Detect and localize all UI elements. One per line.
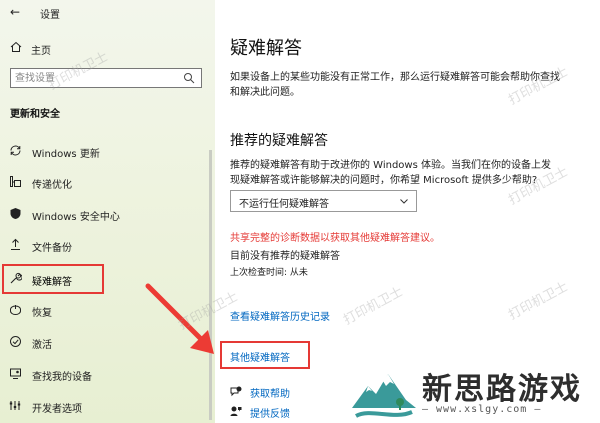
shield-icon: [10, 208, 21, 219]
search-input[interactable]: [15, 71, 175, 85]
help-icon: [230, 386, 242, 397]
sidebar-item-find-my-device[interactable]: 查找我的设备: [0, 361, 210, 387]
recovery-icon: [10, 305, 21, 315]
sidebar-item-recovery[interactable]: 恢复: [0, 297, 210, 323]
brand-name: 新思路游戏: [422, 372, 582, 407]
dropdown-selected-value: 不运行任何疑难解答: [239, 199, 329, 210]
share-diagnostic-link[interactable]: 共享完整的诊断数据以获取其他疑难解答建议。: [230, 229, 440, 244]
sidebar-item-home[interactable]: 主页: [0, 38, 210, 60]
feedback-icon: [230, 406, 242, 416]
find-device-icon: [10, 368, 21, 379]
selection-highlight: [2, 264, 104, 294]
other-troubleshooters-link[interactable]: 其他疑难解答: [230, 349, 290, 364]
recommended-troubleshooting-heading: 推荐的疑难解答: [230, 133, 328, 149]
developer-icon: [9, 401, 21, 410]
activation-icon: [10, 336, 21, 347]
search-box[interactable]: [10, 68, 202, 88]
brand-url: — www.xslgy.com —: [422, 404, 542, 415]
search-icon[interactable]: [183, 72, 195, 84]
view-history-link[interactable]: 查看疑难解答历史记录: [230, 308, 330, 323]
title-bar: ← 设置: [0, 0, 215, 24]
sidebar-item-developer-options[interactable]: 开发者选项: [0, 393, 210, 419]
mountain-logo-icon: [352, 374, 416, 418]
sidebar-item-label: 恢复: [32, 308, 52, 319]
sidebar-item-label: 开发者选项: [32, 404, 82, 415]
get-help-link[interactable]: 获取帮助: [230, 384, 350, 400]
sidebar-item-label: Windows 安全中心: [32, 212, 120, 223]
sidebar-item-activation[interactable]: 激活: [0, 329, 210, 355]
sidebar-item-windows-security[interactable]: Windows 安全中心: [0, 201, 210, 227]
page-title: 疑难解答: [230, 38, 302, 59]
back-arrow-icon[interactable]: ←: [10, 5, 20, 19]
brand-logo: 新思路游戏 — www.xslgy.com —: [350, 360, 600, 423]
last-check-text: 上次检查时间: 从未: [230, 268, 308, 278]
sidebar-item-label: 传递优化: [32, 180, 72, 191]
recommended-description: 推荐的疑难解答有助于改进你的 Windows 体验。当我们在你的设备上发现疑难解…: [230, 160, 551, 186]
chevron-down-icon: [400, 199, 408, 204]
sidebar-item-windows-update[interactable]: Windows 更新: [0, 138, 210, 164]
sidebar-item-file-backup[interactable]: 文件备份: [0, 232, 210, 258]
page-description: 如果设备上的某些功能没有正常工作，那么运行疑难解答可能会帮助你查找和解决此问题。: [230, 72, 560, 98]
sidebar-item-label: 主页: [31, 46, 51, 57]
feedback-link[interactable]: 提供反馈: [230, 404, 350, 420]
home-icon: [10, 41, 22, 52]
sidebar-item-label: 查找我的设备: [32, 372, 92, 383]
settings-sidebar: ← 设置 主页 更新和安全 Windows 更新 传递优化: [0, 0, 215, 423]
sidebar-item-label: Windows 更新: [32, 149, 100, 160]
delivery-optimization-icon: [10, 176, 21, 187]
backup-icon: [11, 238, 20, 250]
feedback-label: 提供反馈: [250, 409, 290, 420]
sidebar-item-delivery-optimization[interactable]: 传递优化: [0, 169, 210, 195]
troubleshoot-preference-dropdown[interactable]: 不运行任何疑难解答: [230, 190, 417, 212]
section-header: 更新和安全: [10, 109, 60, 120]
no-recommended-text: 目前没有推荐的疑难解答: [230, 251, 340, 262]
app-title: 设置: [40, 10, 60, 21]
sidebar-item-label: 文件备份: [32, 243, 72, 254]
sidebar-scrollbar[interactable]: [209, 150, 212, 420]
sidebar-item-label: 激活: [32, 340, 52, 351]
sync-icon: [10, 145, 21, 156]
get-help-label: 获取帮助: [250, 389, 290, 400]
